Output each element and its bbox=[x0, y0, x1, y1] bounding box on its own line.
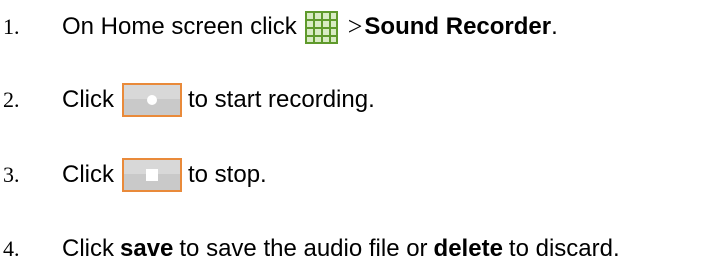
step-text-end: to discard. bbox=[508, 235, 620, 262]
step-text-end: . bbox=[551, 13, 558, 40]
step-text-before: On Home screen click bbox=[62, 13, 297, 40]
step-text-before: Click bbox=[62, 161, 114, 188]
record-button-icon bbox=[122, 83, 182, 117]
step-text: Click to start recording. bbox=[62, 80, 375, 120]
step-2: 2. Click to start recording. bbox=[0, 80, 716, 120]
step-1: 1. On Home screen click > Sound Recorder… bbox=[0, 7, 716, 47]
step-text: Click save to save the audio file or del… bbox=[62, 229, 620, 269]
step-text: On Home screen click > Sound Recorder . bbox=[62, 7, 558, 47]
sound-recorder-label: Sound Recorder bbox=[364, 13, 552, 40]
app-grid-icon bbox=[304, 10, 338, 44]
step-number: 4. bbox=[3, 236, 20, 261]
save-label: save bbox=[120, 235, 174, 262]
step-text-after: to start recording. bbox=[188, 86, 375, 113]
step-3: 3. Click to stop. bbox=[0, 155, 716, 195]
step-number: 3. bbox=[3, 162, 20, 187]
step-text-before: Click bbox=[62, 86, 114, 113]
step-4: 4. Click save to save the audio file or … bbox=[0, 229, 716, 269]
step-text: Click to stop. bbox=[62, 155, 267, 195]
step-number: 1. bbox=[3, 14, 20, 39]
arrow-symbol: > bbox=[347, 12, 363, 41]
step-text-middle: to save the audio file or bbox=[179, 235, 428, 262]
step-text-after: to stop. bbox=[188, 161, 267, 188]
step-number: 2. bbox=[3, 87, 20, 112]
stop-button-icon bbox=[122, 158, 182, 192]
delete-label: delete bbox=[433, 235, 503, 262]
step-text-before: Click bbox=[62, 235, 114, 262]
